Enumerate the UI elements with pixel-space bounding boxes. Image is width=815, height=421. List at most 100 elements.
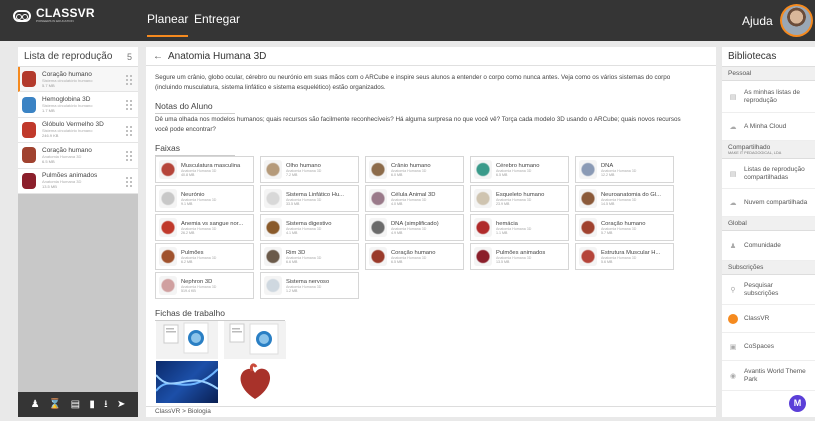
track-thumbnail xyxy=(474,189,492,208)
track-title: Neuroanatomia do Gl... xyxy=(601,191,661,198)
send-icon[interactable]: ➤ xyxy=(117,399,125,410)
playlist-list: Coração humano Sistema circulatório huma… xyxy=(18,67,138,392)
track-thumbnail xyxy=(159,189,177,208)
track-size: 1.2 MB xyxy=(286,288,298,293)
track-card[interactable]: Sistema nervoso Anatomia Humana 3D 1.2 M… xyxy=(260,272,359,299)
track-size: 4.1 MB xyxy=(286,230,298,235)
drag-handle-icon[interactable] xyxy=(125,124,133,137)
track-thumbnail xyxy=(159,160,177,179)
community-link[interactable]: ♟ Comunidade xyxy=(722,231,815,261)
track-card[interactable]: Crânio humano Anatomia Humana 3D 6.0 MB xyxy=(365,156,464,183)
track-thumbnail xyxy=(579,218,597,237)
track-card[interactable]: Sistema digestivo Anatomia Humana 3D 4.1… xyxy=(260,214,359,241)
track-thumbnail xyxy=(264,218,282,237)
track-card[interactable]: Neuroanatomia do Gl... Anatomia Humana 3… xyxy=(575,185,674,212)
track-card[interactable]: DNA Anatomia Humana 3D 12.2 MB xyxy=(575,156,674,183)
avantis-link[interactable]: ◉ Avantis World Theme Park xyxy=(722,361,815,391)
track-thumbnail xyxy=(369,218,387,237)
content-panel: ← Anatomia Humana 3D Segure um crânio, g… xyxy=(146,47,716,417)
shared-playlists-link[interactable]: ▤ Listas de reprodução compartilhadas xyxy=(722,159,815,189)
playlist-item-title: Pulmões animados xyxy=(42,172,98,180)
track-card[interactable]: Pulmões animados Anatomia Humana 3D 13.5… xyxy=(470,243,569,270)
track-thumbnail xyxy=(369,160,387,179)
classvr-library-link[interactable]: ClassVR xyxy=(722,305,815,333)
my-cloud-link[interactable]: ☁ A Minha Cloud xyxy=(722,113,815,141)
track-card[interactable]: Neurónio Anatomia Humana 3D 9.1 MB xyxy=(155,185,254,212)
track-card[interactable]: Olho humano Anatomia Humana 3D 7.2 MB xyxy=(260,156,359,183)
drag-handle-icon[interactable] xyxy=(125,99,133,112)
hourglass-icon[interactable]: ⌛ xyxy=(49,399,61,410)
cloud-icon: ☁ xyxy=(729,123,737,131)
playlist-item[interactable]: Glóbulo Vermelho 3D Sistema circulatório… xyxy=(18,117,138,144)
drag-handle-icon[interactable] xyxy=(125,175,133,188)
tab-plan[interactable]: Planear xyxy=(147,12,189,37)
track-card[interactable]: Musculatura masculina Anatomia Humana 3D… xyxy=(155,156,254,183)
track-thumbnail xyxy=(579,189,597,208)
libraries-title: Bibliotecas xyxy=(722,47,815,67)
track-card[interactable]: Cérebro humano Anatomia Humana 3D 6.5 MB xyxy=(470,156,569,183)
playlist-item-title: Coração humano xyxy=(42,70,92,78)
cospaces-link[interactable]: ▣ CoSpaces xyxy=(722,333,815,361)
playlist-icon: ▤ xyxy=(729,93,737,101)
track-thumbnail xyxy=(159,247,177,266)
back-arrow-icon[interactable]: ← xyxy=(153,51,163,62)
worksheet-thumbnail[interactable] xyxy=(156,321,218,359)
model-thumbnail xyxy=(22,172,36,189)
page-title: Anatomia Humana 3D xyxy=(168,50,267,62)
track-card[interactable]: Nephron 3D Anatomia Humana 3D 519.4 KB xyxy=(155,272,254,299)
track-size: 4.9 MB xyxy=(391,230,403,235)
model-thumbnail xyxy=(22,71,36,88)
track-card[interactable]: Estrutura Muscular H... Anatomia Humana … xyxy=(575,243,674,270)
playlist-item[interactable]: Coração humano Sistema circulatório huma… xyxy=(18,67,138,93)
track-card[interactable]: Rim 3D Anatomia Humana 3D 6.6 MB xyxy=(260,243,359,270)
track-thumbnail xyxy=(264,160,282,179)
drag-handle-icon[interactable] xyxy=(125,74,133,86)
track-thumbnail xyxy=(474,160,492,179)
track-card[interactable]: Sistema Linfático Hu... Anatomia Humana … xyxy=(260,185,359,212)
support-chat-button[interactable]: M xyxy=(789,395,806,412)
logo-text: CLASSVR xyxy=(36,6,95,20)
classvr-logo[interactable]: CLASSVR PIONEERS IN EDUCATION xyxy=(13,6,95,23)
playlist-item[interactable]: Coração humano Anatomia Humana 3D 6.5 MB xyxy=(18,143,138,169)
help-link[interactable]: Ajuda xyxy=(742,14,773,28)
playlist-title: Lista de reprodução xyxy=(24,51,113,62)
drag-handle-icon[interactable] xyxy=(125,150,133,163)
notes-heading: Notas do Aluno xyxy=(155,101,235,114)
tab-deliver[interactable]: Entregar xyxy=(194,12,240,26)
section-global: Global xyxy=(722,217,815,231)
my-playlists-link[interactable]: ▤ As minhas listas de reprodução xyxy=(722,81,815,113)
playlist-item[interactable]: Pulmões animados Anatomia Humana 3D 13.5… xyxy=(18,168,138,194)
track-title: Anemia vs sangue nor... xyxy=(181,220,244,227)
track-size: 6.5 MB xyxy=(391,259,403,264)
track-card[interactable]: DNA (simplificado) Anatomia Humana 3D 4.… xyxy=(365,214,464,241)
track-thumbnail xyxy=(474,247,492,266)
breadcrumb[interactable]: ClassVR > Biologia xyxy=(146,406,716,417)
track-card[interactable]: Esqueleto humano Anatomia Humana 3D 23.9… xyxy=(470,185,569,212)
section-subscriptions: Subscrições xyxy=(722,261,815,275)
track-size: 519.4 KB xyxy=(181,288,196,293)
track-card[interactable]: Célula Animal 3D Anatomia Humana 3D 4.0 … xyxy=(365,185,464,212)
playlist-item[interactable]: Hemoglobina 3D Sistema circulatório huma… xyxy=(18,92,138,118)
person-icon[interactable]: ♟ xyxy=(31,399,40,410)
worksheet-thumbnail[interactable] xyxy=(224,321,286,359)
model-thumbnail xyxy=(22,147,36,164)
track-size: 12.2 MB xyxy=(601,172,615,177)
track-size: 7.2 MB xyxy=(286,172,298,177)
shared-organisation: MAKE IT PEDAGOGICAL, LDA xyxy=(728,151,782,155)
save-icon[interactable]: ▤ xyxy=(71,399,80,410)
dna-image[interactable] xyxy=(155,361,219,403)
shared-cloud-link[interactable]: ☁ Nuvem compartilhada xyxy=(722,189,815,217)
avatar[interactable] xyxy=(780,4,813,37)
download-icon[interactable]: ⭳ xyxy=(104,399,108,410)
playlist-item-size: 13.5 MB xyxy=(42,184,57,190)
track-size: 9.1 MB xyxy=(181,201,193,206)
section-shared: Compartilhado xyxy=(728,144,771,151)
track-card[interactable]: hemácia Anatomia Humana 3D 1.1 MB xyxy=(470,214,569,241)
heart-image[interactable] xyxy=(224,361,286,403)
track-card[interactable]: Coração humano Anatomia Humana 3D 5.7 MB xyxy=(575,214,674,241)
track-card[interactable]: Anemia vs sangue nor... Anatomia Humana … xyxy=(155,214,254,241)
track-card[interactable]: Pulmões Anatomia Humana 3D 6.2 MB xyxy=(155,243,254,270)
track-card[interactable]: Coração humano Anatomia Humana 3D 6.5 MB xyxy=(365,243,464,270)
search-subscriptions-link[interactable]: ⚲ Pesquisar subscrições xyxy=(722,275,815,305)
trash-icon[interactable]: ▮ xyxy=(89,399,95,410)
